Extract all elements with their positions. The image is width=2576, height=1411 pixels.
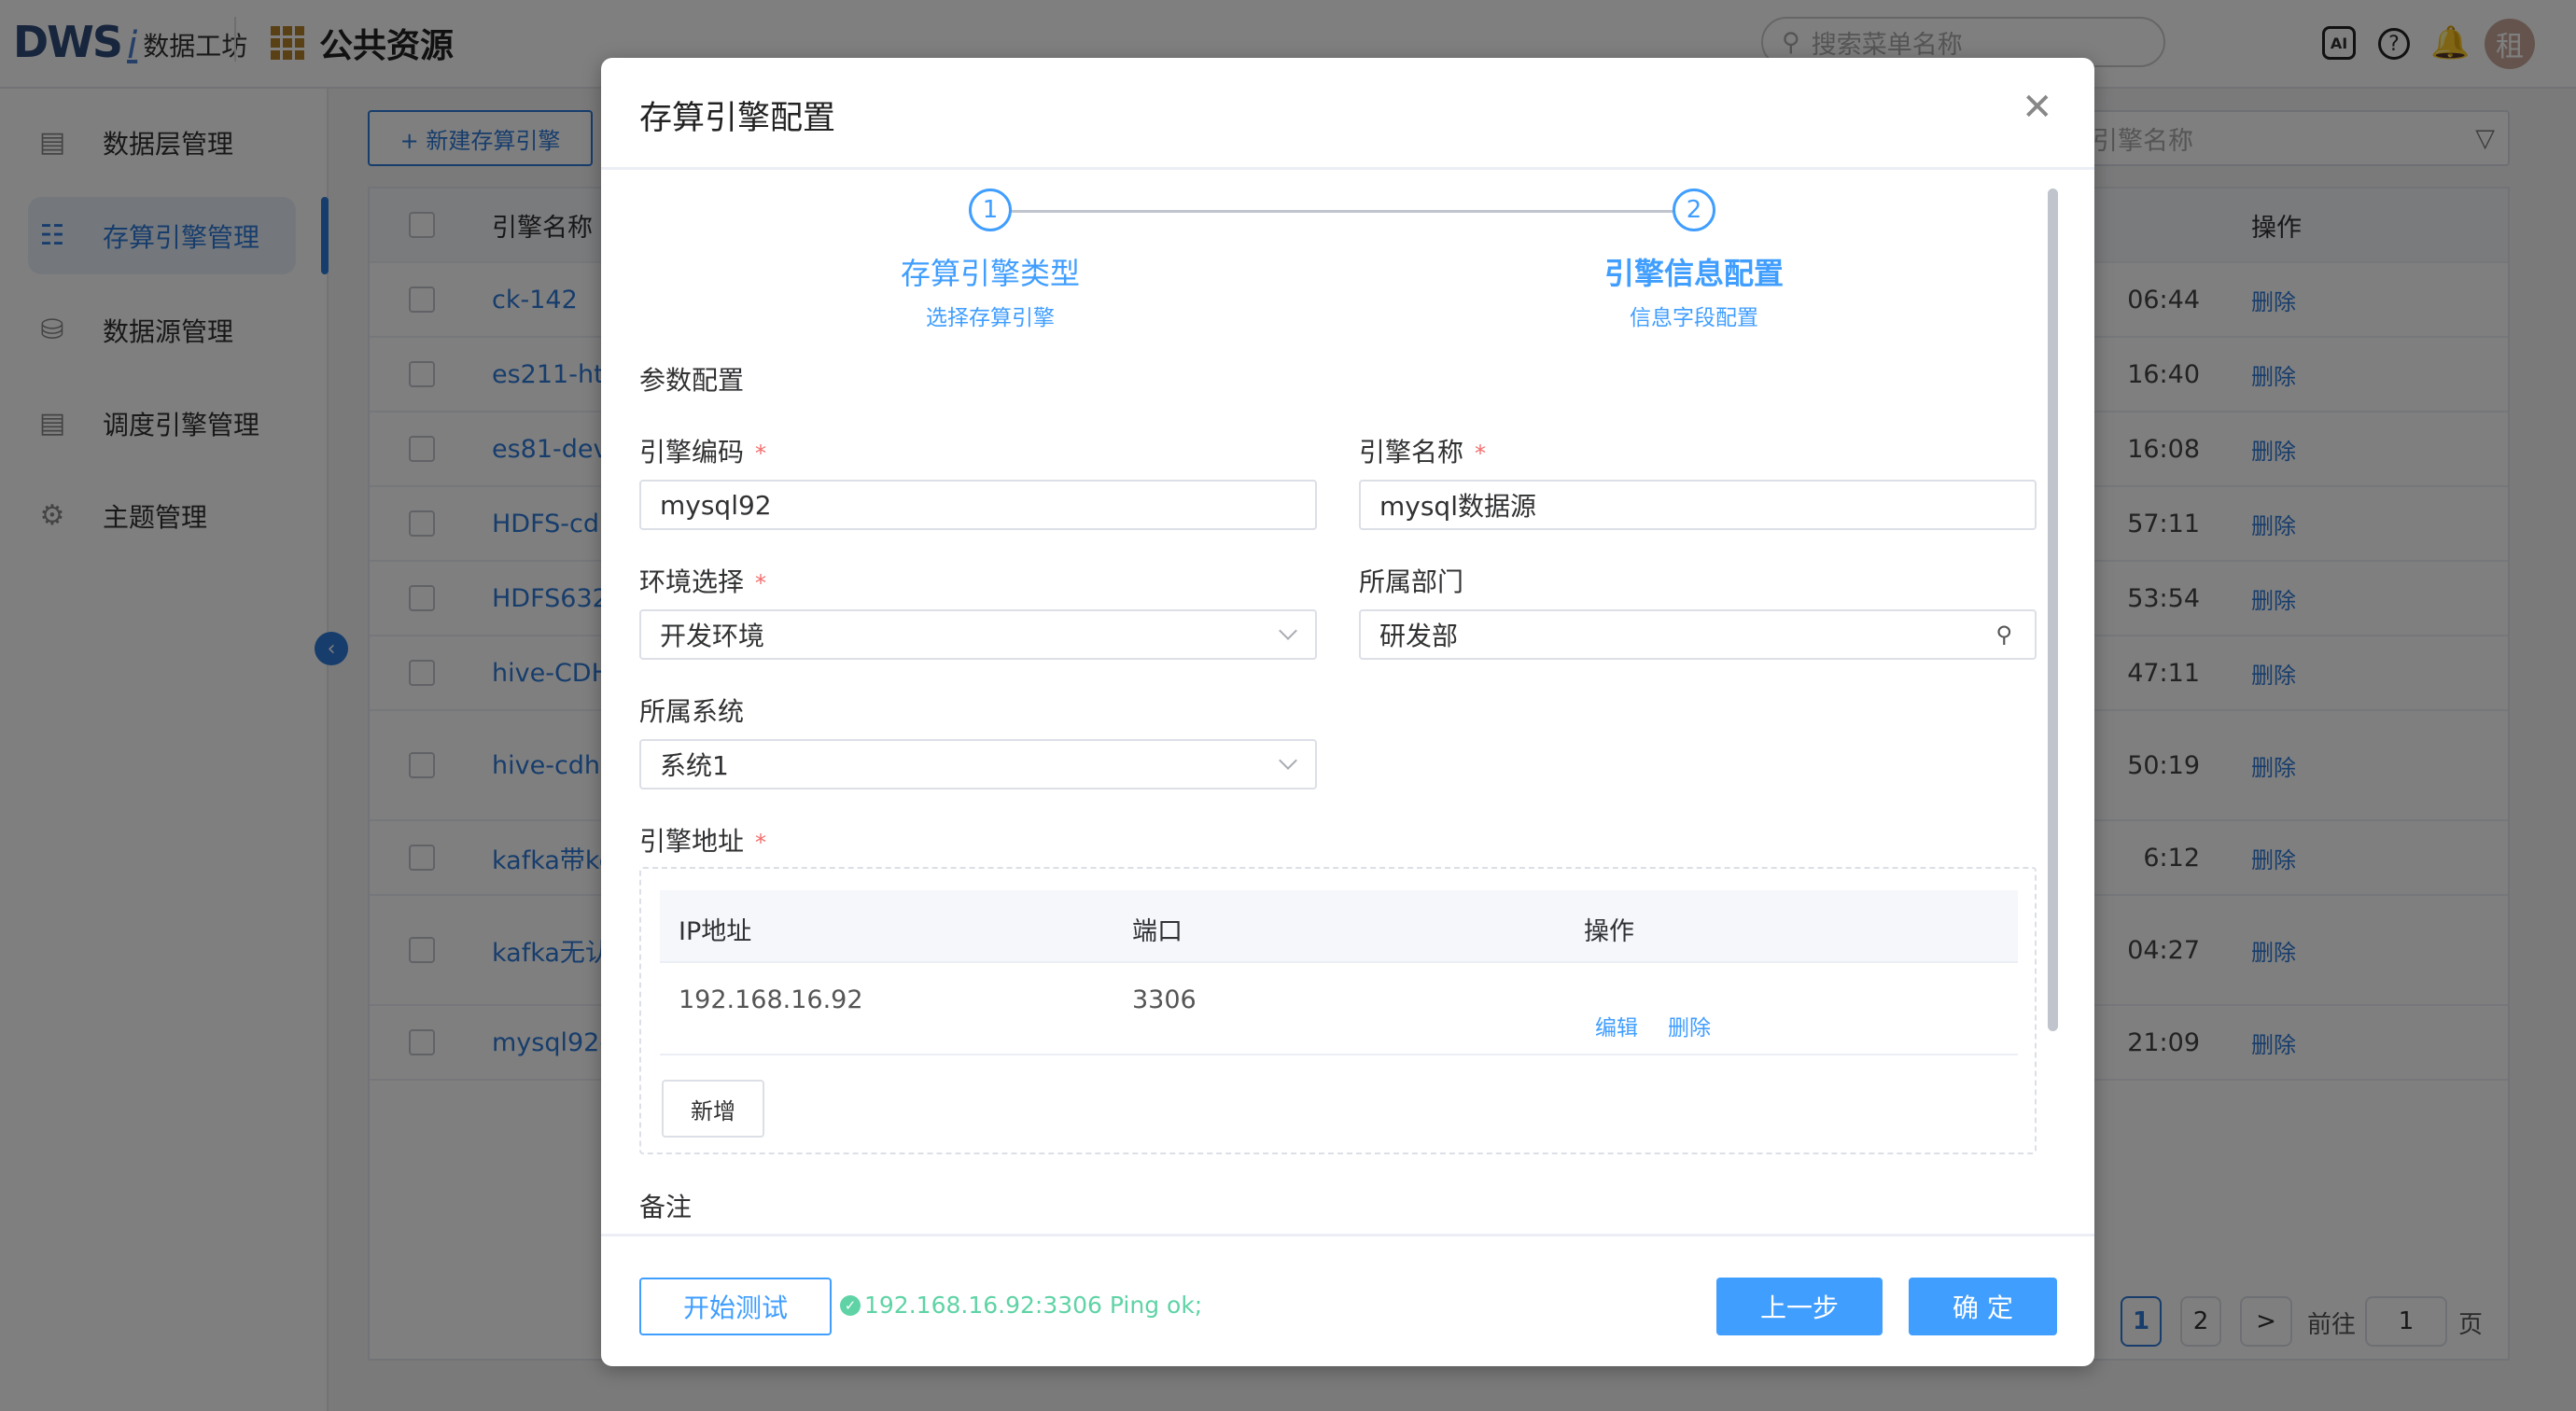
address-row: 192.168.16.92 3306 编辑 删除 xyxy=(660,963,2018,1055)
env-select[interactable]: 开发环境 xyxy=(639,609,1317,660)
edit-link[interactable]: 编辑 xyxy=(1595,1010,1638,1041)
system-label: 所属系统 xyxy=(639,696,745,727)
ip-cell: 192.168.16.92 xyxy=(679,985,863,1014)
dept-label: 所属部门 xyxy=(1359,566,1464,597)
name-label: 引擎名称 * xyxy=(1359,437,1487,468)
chevron-down-icon xyxy=(1279,751,1297,770)
engine-code-input[interactable]: mysql92 xyxy=(639,480,1317,530)
engine-config-dialog: 存算引擎配置 ✕ 1 2 存算引擎类型 选择存算引擎 引擎信息配置 信息字段配置… xyxy=(601,58,2094,1366)
step-1-subtitle: 选择存算引擎 xyxy=(926,306,1055,330)
search-icon[interactable]: ⚲ xyxy=(1995,622,2012,648)
step-2-circle: 2 xyxy=(1673,189,1715,231)
divider xyxy=(601,167,2094,170)
env-label: 环境选择 * xyxy=(639,566,767,597)
dept-input[interactable]: 研发部 ⚲ xyxy=(1359,609,2037,660)
step-connector xyxy=(1012,210,1693,213)
step-2-title: 引擎信息配置 xyxy=(1603,256,1784,291)
confirm-button[interactable]: 确 定 xyxy=(1909,1278,2057,1335)
address-box: IP地址 端口 操作 192.168.16.92 3306 编辑 删除 新增 xyxy=(639,867,2037,1154)
header-port: 端口 xyxy=(1132,917,1183,946)
dialog-scrollbar[interactable] xyxy=(2048,189,2058,1031)
remark-label: 备注 xyxy=(639,1192,693,1222)
port-cell: 3306 xyxy=(1132,985,1197,1014)
section-title: 参数配置 xyxy=(639,365,745,396)
engine-name-input[interactable]: mysql数据源 xyxy=(1359,480,2037,530)
close-icon[interactable]: ✕ xyxy=(2022,86,2053,129)
previous-step-button[interactable]: 上一步 xyxy=(1716,1278,1883,1335)
divider xyxy=(601,1234,2094,1236)
address-label: 引擎地址 * xyxy=(639,826,767,857)
check-circle-icon: ✓ xyxy=(840,1294,861,1316)
add-address-button[interactable]: 新增 xyxy=(662,1080,764,1138)
header-ip: IP地址 xyxy=(679,917,752,946)
system-select[interactable]: 系统1 xyxy=(639,739,1317,789)
chevron-down-icon xyxy=(1279,622,1297,640)
address-table-header: IP地址 端口 操作 xyxy=(660,890,2018,963)
step-1-circle: 1 xyxy=(969,189,1012,231)
header-actions: 操作 xyxy=(1584,917,1634,946)
step-1-title: 存算引擎类型 xyxy=(900,256,1080,291)
dialog-title: 存算引擎配置 xyxy=(639,100,836,137)
delete-link[interactable]: 删除 xyxy=(1668,1010,1711,1041)
test-result: ✓ 192.168.16.92:3306 Ping ok; xyxy=(840,1292,1202,1319)
step-2-subtitle: 信息字段配置 xyxy=(1630,306,1758,330)
code-label: 引擎编码 * xyxy=(639,437,767,468)
start-test-button[interactable]: 开始测试 xyxy=(639,1278,832,1335)
